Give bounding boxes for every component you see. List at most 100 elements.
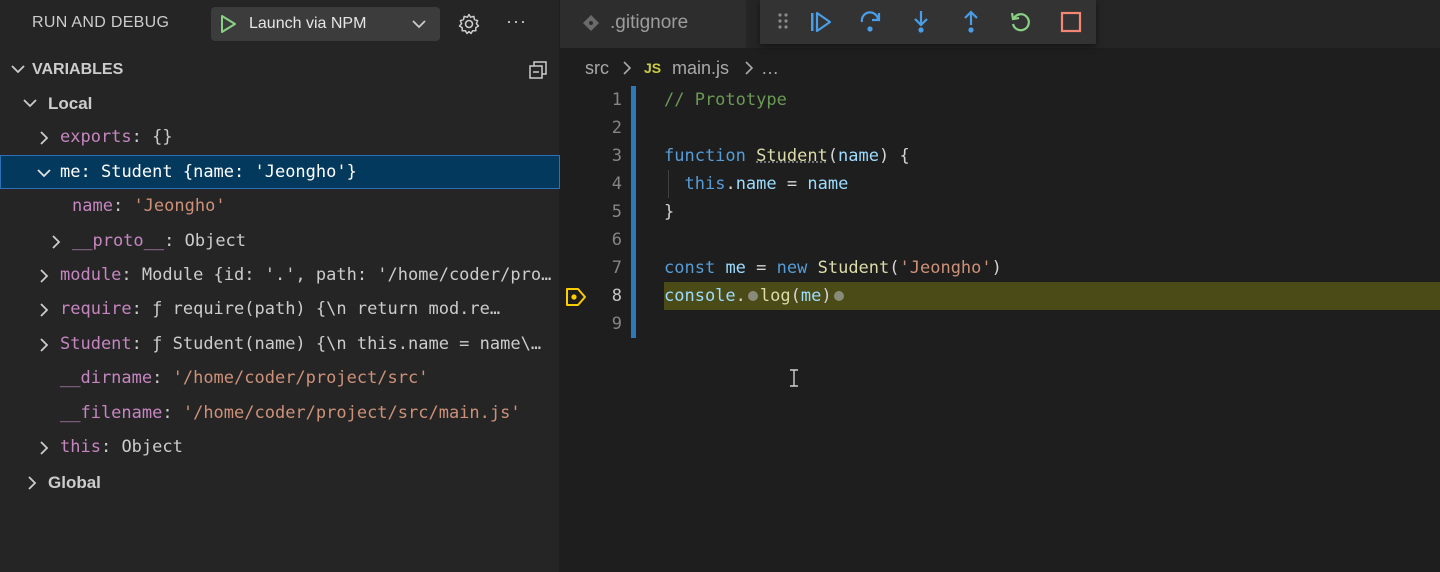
line-number: 7	[611, 258, 622, 278]
code-line[interactable]: 7 const me = new Student('Jeongho')	[560, 254, 1440, 282]
current-execution-line[interactable]: console. log(me)	[664, 282, 1440, 310]
chevron-right-icon	[38, 302, 50, 322]
launch-config-dropdown[interactable]: Launch via NPM	[211, 7, 440, 41]
collapse-all-icon[interactable]	[528, 60, 548, 85]
dirty-diff-indicator	[631, 86, 636, 338]
variable-value: Object	[184, 231, 247, 251]
variable-row-student[interactable]: Student: ƒ Student(name) {\n this.name =…	[0, 327, 560, 361]
scope-global[interactable]: Global	[0, 465, 560, 499]
variable-value: '/home/coder/project/src/main.js'	[182, 403, 521, 423]
breadcrumb-file[interactable]: main.js	[672, 58, 729, 79]
js-file-icon: JS	[644, 60, 662, 76]
debug-stackframe-arrow-icon	[565, 287, 587, 312]
git-file-icon	[582, 14, 600, 37]
variable-value: Student {name: 'Jeongho'}	[100, 162, 357, 182]
line-number: 6	[611, 230, 622, 250]
chevron-down-icon	[36, 165, 52, 184]
variable-value: Object	[121, 437, 183, 457]
variables-title: VARIABLES	[32, 61, 124, 78]
code-text: const me = new Student('Jeongho')	[664, 258, 1002, 278]
variable-row-me[interactable]: me: Student {name: 'Jeongho'}	[0, 155, 560, 189]
chevron-right-icon	[38, 337, 50, 357]
code-text: // Prototype	[664, 90, 787, 110]
inline-breakpoint-icon[interactable]	[833, 291, 844, 301]
drag-handle-icon[interactable]	[776, 10, 790, 37]
code-line[interactable]: 4 this.name = name	[560, 170, 1440, 198]
restart-icon[interactable]	[1008, 10, 1034, 39]
line-number: 4	[611, 174, 622, 194]
debug-sidebar: RUN AND DEBUG Launch via NPM ··· VARIABL…	[0, 0, 560, 572]
scope-label: Global	[48, 473, 101, 492]
breadcrumb-folder[interactable]: src	[585, 58, 609, 79]
code-line[interactable]: 3 function Student(name) {	[560, 142, 1440, 170]
chevron-right-icon	[622, 60, 632, 81]
variable-name: __filename	[60, 403, 163, 423]
line-number: 1	[611, 90, 622, 110]
code-text: function Student(name) {	[664, 146, 910, 166]
chevron-right-icon	[50, 234, 62, 254]
tab-gitignore[interactable]: .gitignore	[560, 0, 746, 48]
code-text: this.name = name	[684, 174, 849, 194]
variable-row-this[interactable]: this: Object	[0, 430, 560, 464]
line-number: 5	[611, 202, 622, 222]
tab-label: .gitignore	[610, 12, 689, 33]
step-over-icon[interactable]	[858, 10, 884, 39]
scope-label: Local	[48, 94, 93, 113]
code-line[interactable]: 2	[560, 114, 1440, 142]
chevron-right-icon	[744, 60, 754, 81]
variable-value: Module {id: '.', path: '/home/coder/pro…	[141, 265, 552, 285]
variable-name: this	[60, 437, 101, 457]
start-debugging-icon[interactable]	[219, 14, 237, 39]
chevron-down-icon	[411, 17, 427, 36]
code-text: console. log(me)	[664, 286, 846, 306]
launch-config-label: Launch via NPM	[249, 15, 367, 32]
variable-name: module	[60, 265, 122, 285]
variable-row-require[interactable]: require: ƒ require(path) {\n return mod.…	[0, 292, 560, 326]
variable-value: ƒ Student(name) {\n this.name = name\…	[152, 334, 542, 354]
variable-row-name[interactable]: name: 'Jeongho'	[0, 189, 560, 223]
variable-row-filename[interactable]: __filename: '/home/coder/project/src/mai…	[0, 396, 560, 430]
sidebar-header: RUN AND DEBUG Launch via NPM ···	[0, 0, 560, 48]
code-line[interactable]: 1 // Prototype	[560, 86, 1440, 114]
variable-name: name	[72, 196, 113, 216]
variable-value: '/home/coder/project/src'	[172, 368, 429, 388]
chevron-right-icon	[26, 475, 38, 496]
chevron-down-icon	[10, 62, 26, 81]
variable-row-exports[interactable]: exports: {}	[0, 120, 560, 154]
inline-breakpoint-icon[interactable]	[747, 291, 758, 301]
code-line[interactable]: 6	[560, 226, 1440, 254]
variable-row-module[interactable]: module: Module {id: '.', path: '/home/co…	[0, 258, 560, 292]
variable-name: __proto__	[72, 231, 165, 251]
variable-value: ƒ require(path) {\n return mod.re…	[152, 299, 501, 319]
line-number: 3	[611, 146, 622, 166]
scope-local[interactable]: Local	[0, 86, 560, 120]
variable-name: me	[60, 162, 81, 182]
chevron-right-icon	[38, 268, 50, 288]
text-cursor-icon	[788, 368, 800, 393]
continue-icon[interactable]	[808, 10, 834, 39]
stop-icon[interactable]	[1058, 10, 1084, 39]
breadcrumb-symbol[interactable]: …	[761, 58, 779, 79]
variable-row-dirname[interactable]: __dirname: '/home/coder/project/src'	[0, 361, 560, 395]
debug-toolbar	[760, 0, 1096, 44]
step-out-icon[interactable]	[958, 10, 984, 39]
chevron-right-icon	[38, 130, 50, 150]
variable-name: exports	[60, 127, 132, 147]
code-line[interactable]: 5 }	[560, 198, 1440, 226]
sidebar-title: RUN AND DEBUG	[32, 14, 170, 31]
variable-value: {}	[152, 127, 173, 147]
variable-row-proto[interactable]: __proto__: Object	[0, 224, 560, 258]
indent-guide	[668, 170, 669, 198]
line-number: 9	[611, 314, 622, 334]
more-actions-icon[interactable]: ···	[506, 11, 527, 32]
code-line[interactable]: 9	[560, 310, 1440, 338]
gear-icon[interactable]	[457, 12, 481, 41]
variable-name: __dirname	[60, 368, 153, 388]
variable-value: 'Jeongho'	[133, 196, 226, 216]
variables-section-header[interactable]: VARIABLES	[0, 52, 560, 86]
code-text: }	[664, 202, 675, 222]
step-into-icon[interactable]	[908, 10, 934, 39]
chevron-down-icon	[22, 96, 38, 115]
chevron-right-icon	[38, 440, 50, 460]
variable-name: require	[60, 299, 132, 319]
